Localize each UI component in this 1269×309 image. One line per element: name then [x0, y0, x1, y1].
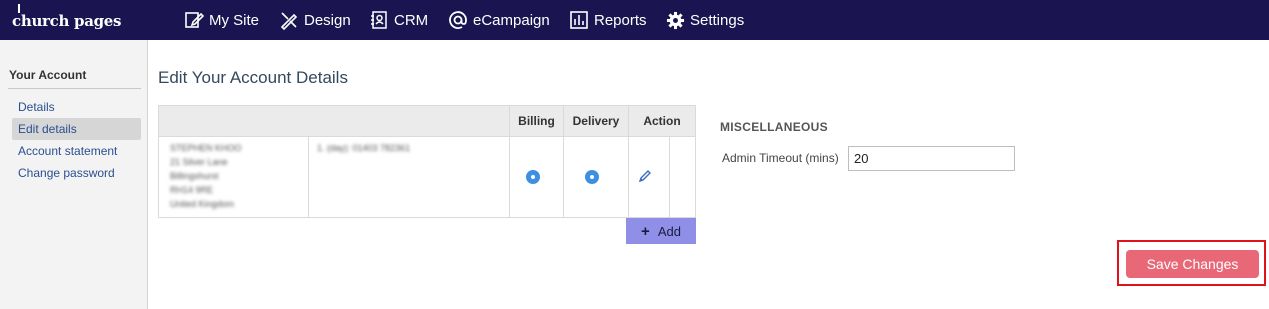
contacts-icon: [371, 11, 387, 29]
address-cell: STEPHEN KHOO 21 Silver Lane Billingshurs…: [170, 143, 242, 209]
add-address-label: Add: [657, 223, 681, 239]
sidebar-title: Your Account: [9, 68, 87, 82]
nav-ecampaign-label: eCampaign: [473, 11, 550, 29]
pencil-icon[interactable]: [638, 169, 652, 183]
billing-header: Billing: [509, 106, 563, 136]
admin-timeout-input[interactable]: [848, 146, 1015, 171]
nav-ecampaign[interactable]: eCampaign: [448, 0, 550, 40]
nav-settings-label: Settings: [690, 11, 745, 29]
nav-my-site[interactable]: My Site: [184, 0, 259, 40]
column-divider: [563, 137, 564, 217]
column-divider: [509, 137, 510, 217]
nav-settings[interactable]: Settings: [666, 0, 744, 40]
nav-crm[interactable]: CRM: [370, 0, 428, 40]
save-changes-button[interactable]: Save Changes: [1126, 250, 1259, 278]
delivery-header: Delivery: [563, 106, 628, 136]
bar-chart-icon: [570, 11, 588, 29]
table-header: Billing Delivery Action: [159, 106, 695, 137]
sidebar-item-edit-details[interactable]: Edit details: [12, 118, 141, 140]
action-header: Action: [628, 106, 695, 136]
design-tools-icon: [280, 12, 298, 30]
sidebar: Your Account Details Edit details Accoun…: [0, 40, 148, 309]
nav-design[interactable]: Design: [279, 0, 351, 40]
add-address-button[interactable]: + Add: [626, 218, 696, 244]
at-sign-icon: [449, 11, 467, 29]
admin-timeout-label: Admin Timeout (mins): [722, 151, 839, 165]
nav-design-label: Design: [304, 11, 351, 29]
address-table: Billing Delivery Action STEPHEN KHOO 21 …: [158, 105, 696, 218]
sidebar-item-change-password[interactable]: Change password: [12, 162, 141, 184]
delivery-radio[interactable]: [585, 170, 599, 184]
sidebar-item-account-statement[interactable]: Account statement: [12, 140, 141, 162]
phone-cell: 1. (day): 01403 782361: [317, 143, 411, 153]
sidebar-item-details[interactable]: Details: [12, 96, 141, 118]
church-spire-icon: [18, 4, 20, 13]
column-divider: [669, 137, 670, 217]
nav-reports-label: Reports: [594, 11, 647, 29]
top-nav-bar: church pages My Site Design CRM eCampaig…: [0, 0, 1269, 40]
billing-radio[interactable]: [526, 170, 540, 184]
logo[interactable]: church pages: [12, 4, 122, 30]
edit-page-icon: [185, 12, 204, 28]
plus-icon: +: [641, 222, 650, 240]
nav-reports[interactable]: Reports: [569, 0, 647, 40]
column-divider: [308, 137, 309, 217]
nav-crm-label: CRM: [394, 11, 429, 29]
page-title: Edit Your Account Details: [158, 68, 348, 87]
column-divider: [628, 137, 629, 217]
gear-icon: [666, 11, 685, 29]
misc-section-title: MISCELLANEOUS: [720, 120, 828, 134]
logo-text: church pages: [12, 12, 122, 30]
sidebar-divider: [8, 88, 141, 89]
nav-my-site-label: My Site: [209, 11, 260, 29]
